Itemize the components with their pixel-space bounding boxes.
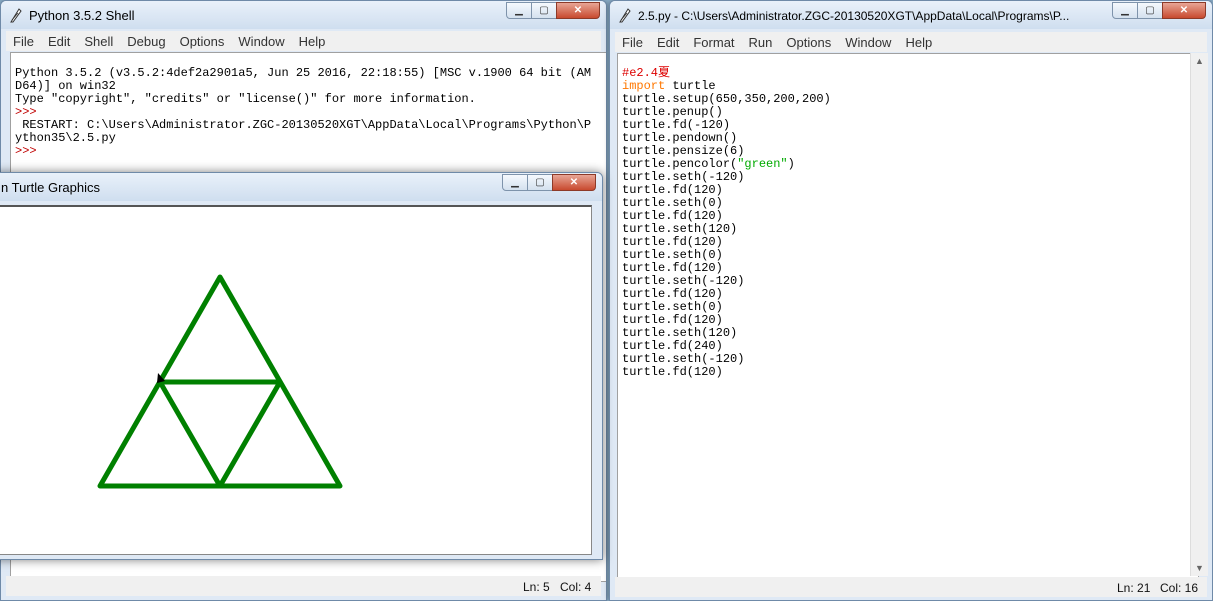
minimize-icon: ▁ bbox=[1121, 5, 1129, 16]
menu-options[interactable]: Options bbox=[173, 34, 232, 49]
menu-debug[interactable]: Debug bbox=[120, 34, 172, 49]
shell-statusbar: Ln: 5 Col: 4 bbox=[6, 576, 601, 596]
close-button[interactable]: ✕ bbox=[556, 2, 600, 19]
maximize-icon: ▢ bbox=[1145, 5, 1155, 16]
shell-line: ython35\2.5.py bbox=[15, 131, 116, 145]
inner-triangle bbox=[157, 379, 283, 489]
turtle-titlebar[interactable]: n Turtle Graphics ▁ ▢ ✕ bbox=[0, 173, 602, 201]
menu-run[interactable]: Run bbox=[742, 35, 780, 50]
maximize-button[interactable]: ▢ bbox=[527, 174, 553, 191]
close-icon: ✕ bbox=[573, 5, 583, 16]
triforce-drawing bbox=[97, 274, 343, 489]
maximize-icon: ▢ bbox=[535, 177, 545, 188]
menu-format[interactable]: Format bbox=[686, 35, 741, 50]
editor-titlebar[interactable]: 2.5.py - C:\Users\Administrator.ZGC-2013… bbox=[610, 1, 1212, 29]
close-button[interactable]: ✕ bbox=[552, 174, 596, 191]
turtle-title: n Turtle Graphics bbox=[1, 180, 100, 195]
shell-title: Python 3.5.2 Shell bbox=[29, 8, 135, 23]
code-keyword: import bbox=[622, 79, 666, 93]
turtle-window-controls: ▁ ▢ ✕ bbox=[502, 174, 596, 191]
shell-window-controls: ▁ ▢ ✕ bbox=[506, 2, 600, 19]
editor-window: 2.5.py - C:\Users\Administrator.ZGC-2013… bbox=[609, 0, 1213, 601]
menu-options[interactable]: Options bbox=[779, 35, 838, 50]
shell-status-ln: Ln: 5 bbox=[523, 580, 550, 594]
maximize-button[interactable]: ▢ bbox=[531, 2, 557, 19]
menu-help[interactable]: Help bbox=[898, 35, 939, 50]
minimize-icon: ▁ bbox=[511, 177, 519, 188]
shell-prompt: >>> bbox=[15, 144, 37, 158]
scroll-up-icon[interactable]: ▲ bbox=[1191, 53, 1208, 69]
menu-shell[interactable]: Shell bbox=[77, 34, 120, 49]
turtle-window: n Turtle Graphics ▁ ▢ ✕ bbox=[0, 172, 603, 560]
maximize-button[interactable]: ▢ bbox=[1137, 2, 1163, 19]
turtle-canvas bbox=[0, 205, 592, 555]
shell-menubar: File Edit Shell Debug Options Window Hel… bbox=[6, 31, 601, 51]
editor-code-area[interactable]: #e2.4夏 import turtle turtle.setup(650,350,… bbox=[617, 53, 1199, 578]
editor-status-col: Col: 16 bbox=[1160, 581, 1199, 595]
minimize-button[interactable]: ▁ bbox=[502, 174, 528, 191]
close-icon: ✕ bbox=[569, 177, 579, 188]
menu-window[interactable]: Window bbox=[838, 35, 898, 50]
minimize-button[interactable]: ▁ bbox=[506, 2, 532, 19]
code-text: ) bbox=[787, 157, 795, 171]
shell-titlebar[interactable]: Python 3.5.2 Shell ▁ ▢ ✕ bbox=[1, 1, 606, 29]
close-button[interactable]: ✕ bbox=[1162, 2, 1206, 19]
python-feather-icon bbox=[10, 8, 22, 23]
code-string: "green" bbox=[737, 157, 788, 171]
menu-file[interactable]: File bbox=[6, 34, 41, 49]
scroll-down-icon[interactable]: ▼ bbox=[1191, 560, 1208, 576]
code-text: turtle.pencolor( bbox=[622, 157, 738, 171]
maximize-icon: ▢ bbox=[539, 5, 549, 16]
editor-statusbar: Ln: 21 Col: 16 bbox=[615, 577, 1207, 597]
minimize-button[interactable]: ▁ bbox=[1112, 2, 1138, 19]
shell-status-col: Col: 4 bbox=[560, 580, 592, 594]
close-icon: ✕ bbox=[1179, 5, 1189, 16]
editor-status-ln: Ln: 21 bbox=[1117, 581, 1151, 595]
editor-menubar: File Edit Format Run Options Window Help bbox=[615, 32, 1207, 52]
code-module: turtle bbox=[665, 79, 716, 93]
shell-line: Type "copyright", "credits" or "license(… bbox=[15, 92, 476, 106]
editor-title: 2.5.py - C:\Users\Administrator.ZGC-2013… bbox=[638, 9, 1070, 23]
menu-help[interactable]: Help bbox=[292, 34, 333, 49]
menu-window[interactable]: Window bbox=[231, 34, 291, 49]
python-feather-icon bbox=[619, 8, 631, 23]
minimize-icon: ▁ bbox=[515, 5, 523, 16]
menu-edit[interactable]: Edit bbox=[650, 35, 686, 50]
editor-vertical-scrollbar[interactable]: ▲ ▼ bbox=[1190, 53, 1208, 576]
menu-file[interactable]: File bbox=[615, 35, 650, 50]
editor-window-controls: ▁ ▢ ✕ bbox=[1112, 2, 1206, 19]
menu-edit[interactable]: Edit bbox=[41, 34, 77, 49]
code-line: turtle.fd(120) bbox=[622, 365, 723, 379]
